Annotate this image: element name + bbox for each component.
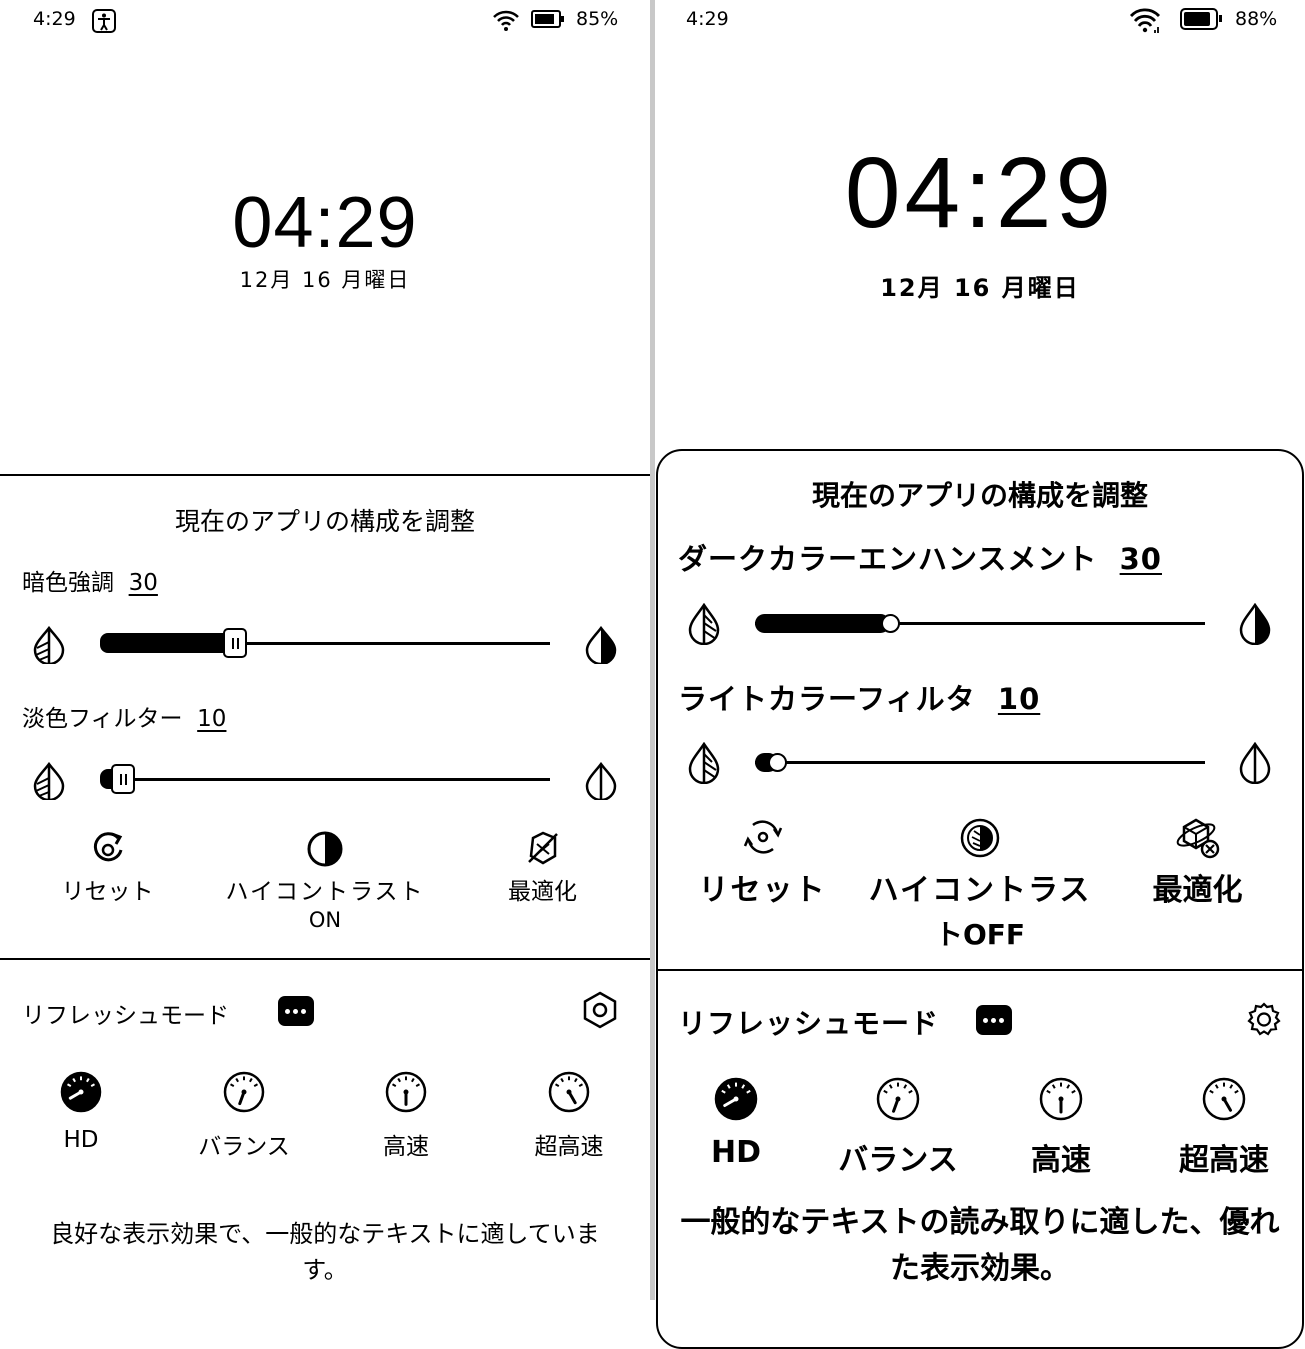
refresh-mode-label: HD <box>710 1135 761 1170</box>
refresh-mode-label: HD <box>63 1127 99 1153</box>
droplet-half-filled-icon[interactable] <box>1237 603 1273 645</box>
contrast-icon <box>305 828 345 868</box>
gauge-icon <box>1202 1077 1246 1121</box>
section-divider <box>0 958 650 960</box>
droplet-half-hatched-icon[interactable] <box>31 762 67 800</box>
panel-title: 現在のアプリの構成を調整 <box>174 507 475 536</box>
settings-icon[interactable] <box>581 991 619 1029</box>
reset-label: リセット <box>698 873 827 908</box>
gauge-icon <box>385 1071 427 1113</box>
status-time: 4:29 <box>33 8 76 30</box>
refresh-mode-label: 超高速 <box>534 1134 604 1160</box>
panel-title: 現在のアプリの構成を調整 <box>811 479 1148 512</box>
gauge-icon <box>1039 1077 1083 1121</box>
refresh-mode-2[interactable]: 高速 <box>331 1071 481 1161</box>
clock-time: 04:29 <box>232 183 418 263</box>
droplet-half-hatched-icon[interactable] <box>686 742 722 784</box>
gauge-icon <box>548 1071 590 1113</box>
optimize-label: 最適化 <box>1152 873 1243 908</box>
refresh-mode-label: 超高速 <box>1179 1143 1269 1178</box>
high-contrast-label: ハイコントラスト <box>225 879 425 905</box>
refresh-mode-title: リフレッシュモード <box>22 1003 229 1029</box>
battery-level <box>535 14 554 24</box>
high-contrast-button[interactable]: ハイコントラス トOFF <box>865 815 1095 953</box>
optimize-label: 最適化 <box>508 879 577 905</box>
accessibility-icon <box>91 8 117 34</box>
more-icon[interactable] <box>976 1005 1012 1035</box>
refresh-mode-label: 高速 <box>383 1134 429 1160</box>
light-filter-slider-thumb[interactable] <box>110 764 135 794</box>
clock-date: 12月 16 月曜日 <box>880 274 1080 302</box>
optimize-icon <box>523 828 563 868</box>
battery-icon <box>1180 8 1222 30</box>
battery-percent: 88% <box>1235 8 1278 30</box>
section-divider <box>656 969 1304 971</box>
droplet-outline-icon[interactable] <box>1237 742 1273 784</box>
dark-enhance-label: ダークカラーエンハンスメント 30 <box>678 542 1162 576</box>
dark-enhance-value[interactable]: 30 <box>129 570 158 596</box>
wifi-icon <box>1129 6 1163 34</box>
refresh-mode-0[interactable]: HD <box>661 1077 811 1170</box>
light-filter-value[interactable]: 10 <box>998 682 1040 716</box>
more-icon[interactable] <box>278 996 314 1026</box>
reset-button[interactable]: リセット <box>690 815 835 909</box>
refresh-mode-3[interactable]: 超高速 <box>1149 1077 1299 1179</box>
status-time: 4:29 <box>686 8 729 30</box>
refresh-description: 良好な表示効果で、一般的なテキストに適していま す。 <box>50 1220 600 1284</box>
droplet-half-hatched-icon[interactable] <box>686 603 722 645</box>
gauge-icon <box>223 1071 265 1113</box>
refresh-mode-1[interactable]: バランス <box>823 1077 973 1179</box>
refresh-mode-label: バランス <box>838 1143 958 1178</box>
high-contrast-button[interactable]: ハイコントラスト ON <box>215 828 435 932</box>
clock-time: 04:29 <box>844 137 1116 249</box>
battery-level <box>1184 12 1210 26</box>
dark-enhance-value[interactable]: 30 <box>1120 542 1162 576</box>
light-filter-label: 淡色フィルター 10 <box>22 706 227 732</box>
reset-button[interactable]: リセット <box>20 828 195 906</box>
dark-enhance-slider-thumb[interactable] <box>223 628 247 658</box>
gauge-icon <box>60 1071 102 1113</box>
optimize-button[interactable]: 最適化 <box>470 828 615 906</box>
light-filter-value[interactable]: 10 <box>197 706 226 732</box>
high-contrast-state: ON <box>308 908 342 932</box>
droplet-half-filled-icon[interactable] <box>583 626 619 664</box>
droplet-half-hatched-icon[interactable] <box>31 626 67 664</box>
battery-percent: 85% <box>576 8 619 30</box>
dark-enhance-label: 暗色強調 30 <box>22 570 158 596</box>
high-contrast-state: トOFF <box>934 918 1026 951</box>
refresh-mode-2[interactable]: 高速 <box>986 1077 1136 1179</box>
gauge-icon <box>876 1077 920 1121</box>
high-contrast-label: ハイコントラス <box>868 873 1092 908</box>
dark-enhance-slider-thumb[interactable] <box>880 614 900 633</box>
optimize-icon <box>1174 815 1222 861</box>
reset-icon <box>741 815 785 859</box>
panel-top-border <box>0 474 650 476</box>
refresh-mode-1[interactable]: バランス <box>169 1071 319 1161</box>
contrast-icon <box>958 815 1002 859</box>
gauge-icon <box>714 1077 758 1121</box>
light-filter-slider-thumb[interactable] <box>768 753 787 772</box>
optimize-button[interactable]: 最適化 <box>1130 815 1265 909</box>
light-filter-label: ライトカラーフィルタ 10 <box>678 682 1041 716</box>
refresh-mode-title: リフレッシュモード <box>678 1007 940 1040</box>
reset-label: リセット <box>61 879 154 905</box>
droplet-outline-icon[interactable] <box>583 762 619 800</box>
reset-icon <box>88 828 128 868</box>
refresh-mode-3[interactable]: 超高速 <box>494 1071 644 1161</box>
refresh-mode-label: 高速 <box>1031 1143 1091 1178</box>
refresh-mode-label: バランス <box>198 1134 290 1160</box>
wifi-icon <box>492 8 520 32</box>
refresh-description: 一般的なテキストの読み取りに適した、優れ た表示効果。 <box>680 1205 1280 1286</box>
battery-icon <box>531 10 564 28</box>
clock-date: 12月 16 月曜日 <box>239 268 411 292</box>
settings-icon[interactable] <box>1245 1001 1283 1039</box>
refresh-mode-0[interactable]: HD <box>6 1071 156 1153</box>
